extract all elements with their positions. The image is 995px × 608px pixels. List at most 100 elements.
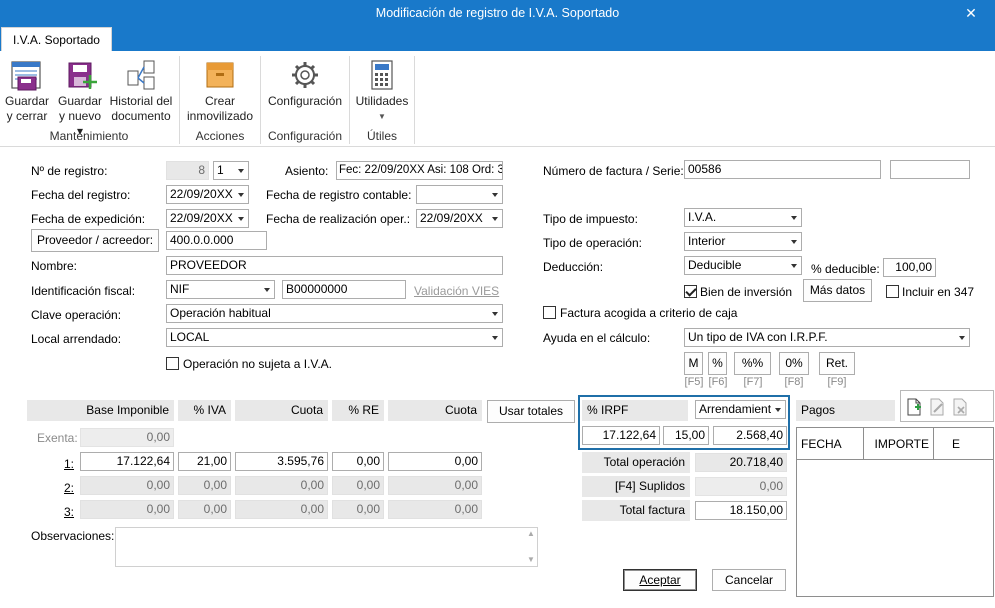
- fecha-contable-label: Fecha de registro contable:: [266, 188, 412, 202]
- close-icon[interactable]: ✕: [953, 0, 989, 27]
- mas-datos-button[interactable]: Más datos: [803, 279, 872, 302]
- row-3-base[interactable]: 0,00: [80, 500, 174, 519]
- usar-totales-button[interactable]: Usar totales: [487, 400, 575, 423]
- suplidos-field: 0,00: [695, 477, 787, 496]
- pagos-table[interactable]: FECHA IMPORTE E: [796, 427, 994, 597]
- registro-label: Nº de registro:: [31, 164, 108, 178]
- irpf-type-select[interactable]: Arrendamient: [695, 400, 786, 419]
- factura-number-field[interactable]: 00586: [684, 160, 881, 179]
- chevron-down-icon: [238, 217, 244, 221]
- ayuda-calculo-select[interactable]: Un tipo de IVA con I.R.P.F.: [684, 328, 970, 347]
- header-cuota: Cuota: [235, 400, 328, 421]
- utilities-button[interactable]: Utilidades ▼: [352, 59, 412, 124]
- calc-zero-percent-button[interactable]: 0%: [779, 352, 809, 375]
- row-3-iva[interactable]: 0,00: [178, 500, 231, 519]
- fecha-registro-picker[interactable]: 22/09/20XX: [166, 185, 249, 204]
- tipo-operacion-select[interactable]: Interior: [684, 232, 802, 251]
- pagos-col-e[interactable]: E: [934, 428, 994, 460]
- local-arrendado-select[interactable]: LOCAL: [166, 328, 503, 347]
- tipo-impuesto-label: Tipo de impuesto:: [543, 212, 638, 226]
- irpf-cuota-field[interactable]: 2.568,40: [713, 426, 787, 445]
- validacion-vies-link[interactable]: Validación VIES: [414, 284, 499, 298]
- header-cuota-re: Cuota: [388, 400, 482, 421]
- fecha-expedicion-value: 22/09/20XX: [170, 211, 233, 225]
- new-document-icon[interactable]: [905, 397, 923, 417]
- row-1-re[interactable]: 0,00: [332, 452, 384, 471]
- calc-percent-button[interactable]: %: [708, 352, 727, 375]
- group-label-utiles: Útiles: [366, 129, 397, 143]
- fecha-realizacion-picker[interactable]: 22/09/20XX: [416, 209, 503, 228]
- chevron-down-icon: [791, 264, 797, 268]
- header-pct-re: % RE: [332, 400, 384, 421]
- row-1-base[interactable]: 17.122,64: [80, 452, 174, 471]
- row-3-re[interactable]: 0,00: [332, 500, 384, 519]
- save-new-button[interactable]: Guardar y nuevo ▾: [55, 59, 105, 139]
- row-3-label: 3:: [64, 505, 75, 519]
- pct-deducible-label: % deducible:: [811, 262, 880, 276]
- irpf-base-field[interactable]: 17.122,64: [582, 426, 660, 445]
- row-1-cuota-re[interactable]: 0,00: [388, 452, 482, 471]
- row-2-cuota[interactable]: 0,00: [235, 476, 328, 495]
- row-1-cuota[interactable]: 3.595,76: [235, 452, 328, 471]
- delete-document-icon[interactable]: [951, 397, 969, 417]
- proveedor-button[interactable]: Proveedor / acreedor:: [31, 229, 159, 252]
- registro-serie-select[interactable]: 1: [213, 161, 249, 180]
- scroll-down-icon[interactable]: ▼: [527, 555, 535, 564]
- factura-serie-field[interactable]: [890, 160, 970, 179]
- fkey-f9: [F9]: [827, 376, 847, 388]
- tab-iva-soportado[interactable]: I.V.A. Soportado: [1, 27, 112, 51]
- pct-deducible-field[interactable]: 100,00: [883, 258, 936, 277]
- cancelar-button[interactable]: Cancelar: [712, 569, 786, 591]
- aceptar-button[interactable]: Aceptar: [623, 569, 697, 591]
- fecha-expedicion-label: Fecha de expedición:: [31, 212, 146, 226]
- criterio-caja-checkbox[interactable]: [543, 306, 556, 319]
- row-1-iva[interactable]: 21,00: [178, 452, 231, 471]
- fecha-registro-value: 22/09/20XX: [170, 187, 233, 201]
- tipo-impuesto-select[interactable]: I.V.A.: [684, 208, 802, 227]
- irpf-pct-field[interactable]: 15,00: [663, 426, 709, 445]
- nombre-field[interactable]: PROVEEDOR: [166, 256, 503, 275]
- row-2-cuota-re[interactable]: 0,00: [388, 476, 482, 495]
- asiento-field: Fec: 22/09/20XX Asi: 108 Ord: 3: [336, 161, 503, 180]
- create-asset-button[interactable]: Crear inmovilizado: [184, 59, 256, 124]
- exenta-field: 0,00: [80, 428, 174, 447]
- chevron-down-icon: [492, 336, 498, 340]
- configuration-button[interactable]: Configuración: [264, 59, 346, 109]
- history-button[interactable]: Historial del documento: [107, 59, 175, 124]
- clave-operacion-select[interactable]: Operación habitual: [166, 304, 503, 323]
- ayuda-calculo-value: Un tipo de IVA con I.R.P.F.: [688, 330, 828, 344]
- scroll-up-icon[interactable]: ▲: [527, 529, 535, 538]
- row-2-iva[interactable]: 0,00: [178, 476, 231, 495]
- chevron-down-icon: [791, 216, 797, 220]
- fecha-contable-picker[interactable]: [416, 185, 503, 204]
- no-sujeta-checkbox[interactable]: [166, 357, 179, 370]
- observaciones-field[interactable]: [115, 527, 538, 567]
- pagos-toolbar: [900, 390, 994, 422]
- registro-serie-value: 1: [217, 163, 224, 177]
- row-2-re[interactable]: 0,00: [332, 476, 384, 495]
- local-arrendado-value: LOCAL: [170, 330, 210, 344]
- bien-inversion-label: Bien de inversión: [700, 285, 793, 299]
- total-factura-label: Total factura: [582, 500, 690, 521]
- identificacion-type-select[interactable]: NIF: [166, 280, 275, 299]
- row-3-cuota-re[interactable]: 0,00: [388, 500, 482, 519]
- proveedor-account-field[interactable]: 400.0.0.000: [166, 231, 267, 250]
- pagos-col-fecha[interactable]: FECHA: [797, 428, 864, 460]
- calc-double-percent-button[interactable]: %%: [734, 352, 771, 375]
- identificacion-field[interactable]: B00000000: [282, 280, 406, 299]
- ribbon-tab-strip: I.V.A. Soportado: [0, 27, 995, 51]
- deduccion-select[interactable]: Deducible: [684, 256, 802, 275]
- pagos-col-importe[interactable]: IMPORTE: [864, 428, 934, 460]
- fecha-realizacion-label: Fecha de realización oper.:: [266, 212, 411, 226]
- calc-ret-button[interactable]: Ret.: [819, 352, 855, 375]
- calc-m-button[interactable]: M: [684, 352, 703, 375]
- total-factura-field: 18.150,00: [695, 501, 787, 520]
- fecha-expedicion-picker[interactable]: 22/09/20XX: [166, 209, 249, 228]
- incluir-347-checkbox[interactable]: [886, 285, 899, 298]
- row-3-cuota[interactable]: 0,00: [235, 500, 328, 519]
- row-2-base[interactable]: 0,00: [80, 476, 174, 495]
- save-close-button[interactable]: Guardar y cerrar: [3, 59, 51, 124]
- edit-document-icon[interactable]: [928, 397, 946, 417]
- bien-inversion-checkbox[interactable]: [684, 285, 697, 298]
- clave-operacion-label: Clave operación:: [31, 308, 122, 322]
